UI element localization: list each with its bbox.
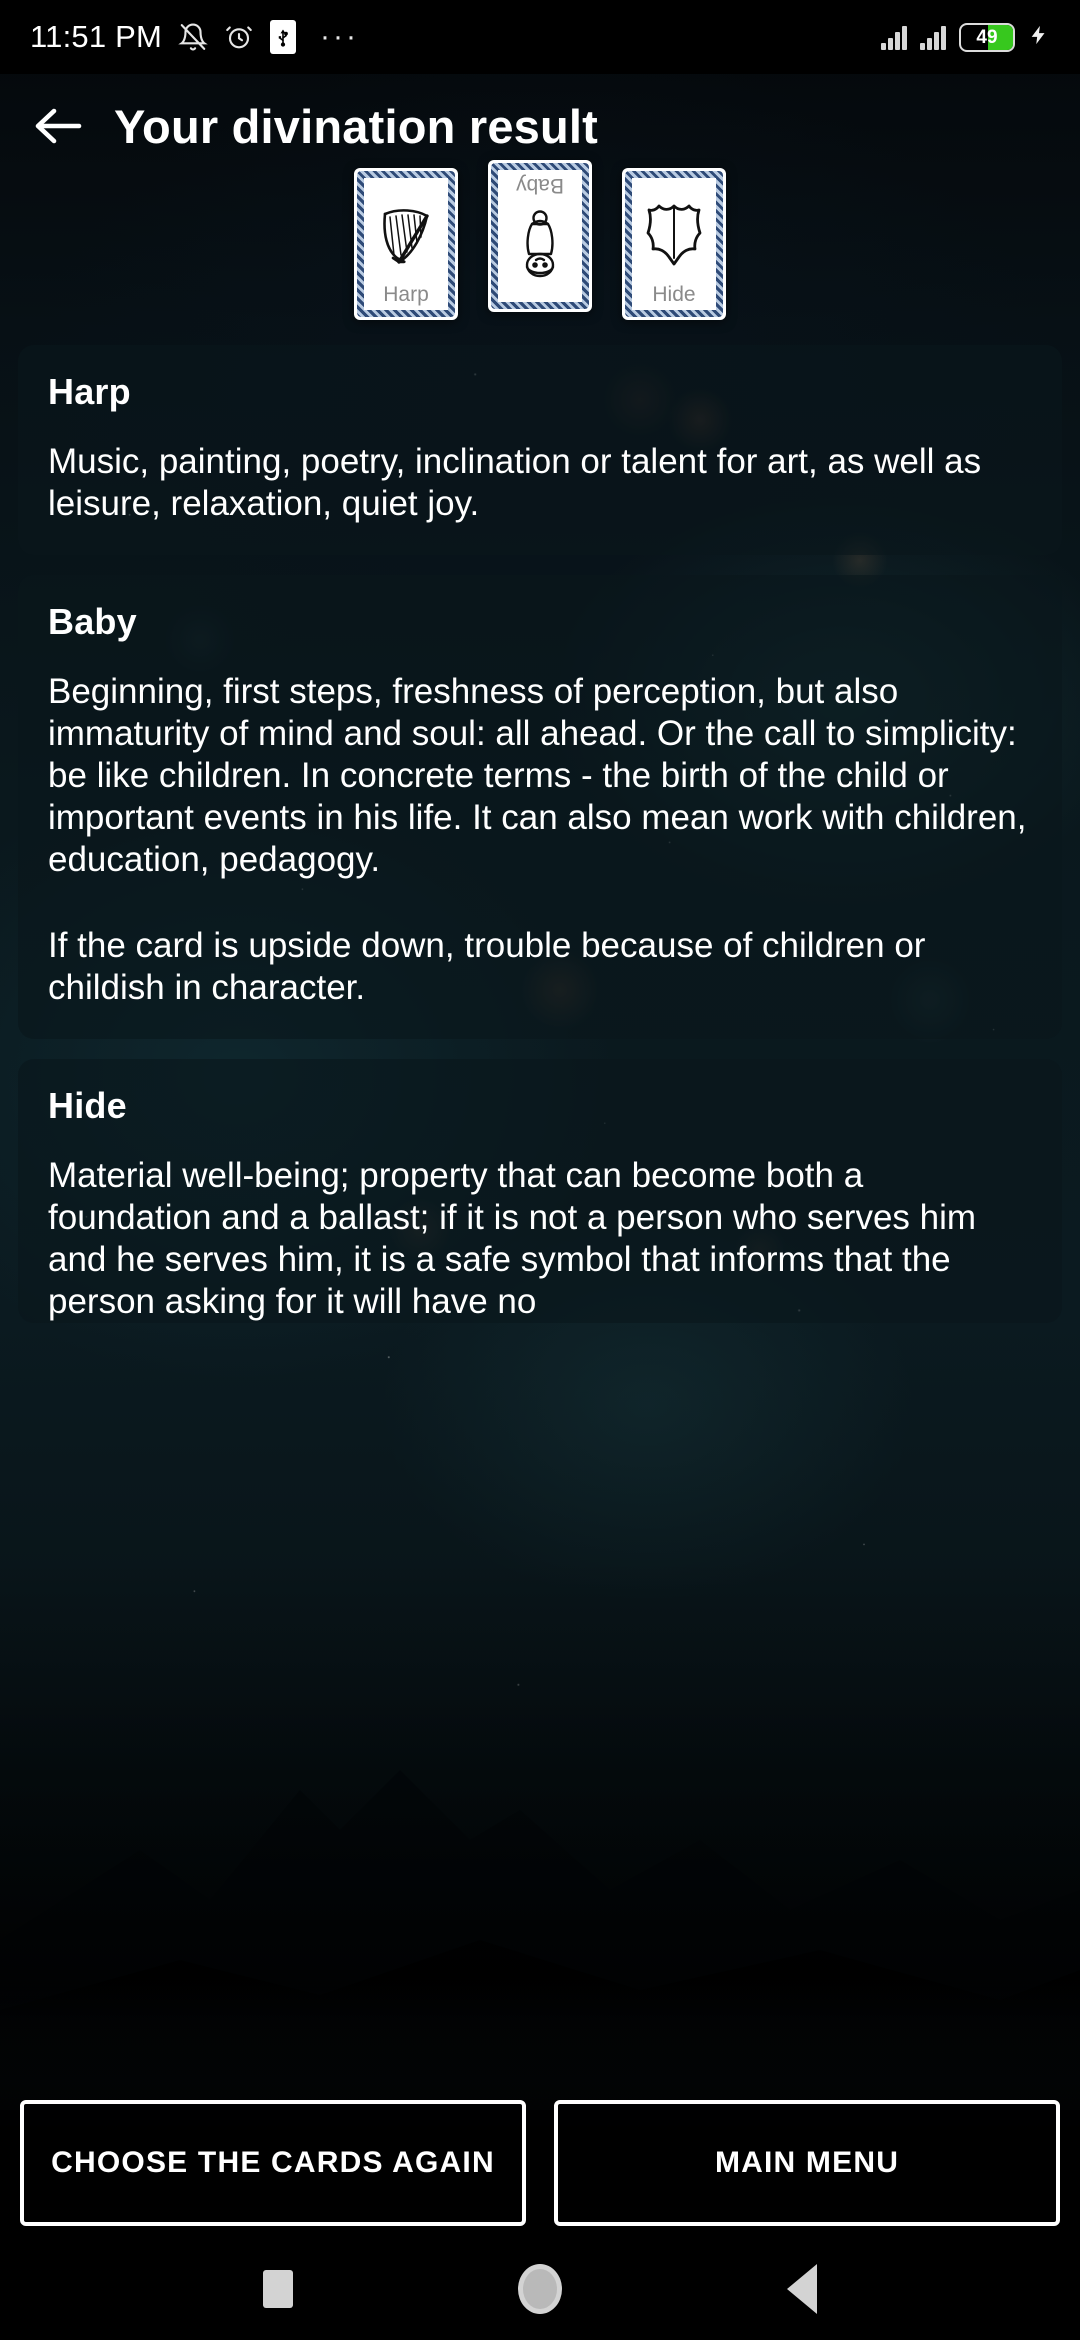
result-body-harp: Music, painting, poetry, inclination or …: [48, 441, 1032, 525]
status-bar-right: 49: [881, 18, 1050, 57]
page-title: Your divination result: [114, 99, 599, 153]
result-body-baby: Beginning, first steps, freshness of per…: [48, 671, 1032, 1009]
card-hide[interactable]: Hide: [622, 168, 726, 320]
card-harp[interactable]: Harp: [354, 168, 458, 320]
result-paragraph: Beginning, first steps, freshness of per…: [48, 672, 1027, 879]
signal-bars-sim1: [881, 24, 907, 50]
card-baby[interactable]: Baby: [488, 160, 592, 312]
result-paragraph: If the card is upside down, trouble beca…: [48, 926, 926, 1007]
result-panel-harp: Harp Music, painting, poetry, inclinatio…: [18, 345, 1062, 555]
choose-cards-again-button[interactable]: CHOOSE THE CARDS AGAIN: [20, 2100, 526, 2226]
arrow-left-icon: [35, 108, 82, 144]
main-menu-button[interactable]: MAIN MENU: [554, 2100, 1060, 2226]
home-icon[interactable]: [517, 2264, 562, 2314]
battery-percent: 49: [976, 26, 998, 48]
action-buttons-bar: CHOOSE THE CARDS AGAIN MAIN MENU: [0, 2088, 1080, 2238]
back-icon[interactable]: [787, 2264, 818, 2314]
result-panel-baby: Baby Beginning, first steps, freshness o…: [18, 575, 1062, 1039]
baby-icon: [501, 196, 579, 295]
overflow-dots-icon: ···: [320, 20, 359, 53]
app-screen: 11:51 PM ··· 49 Your divination result H…: [0, 0, 1080, 2340]
result-title-harp: Harp: [48, 371, 131, 412]
signal-bars-sim2: [920, 24, 946, 50]
card-harp-inner: Harp: [361, 175, 451, 313]
back-arrow-button[interactable]: [12, 80, 104, 172]
card-hide-inner: Hide: [629, 175, 719, 313]
card-harp-label: Harp: [383, 283, 429, 306]
status-bar: 11:51 PM ··· 49: [0, 0, 1080, 74]
recent-apps-icon[interactable]: [262, 2270, 293, 2308]
hide-icon: [635, 185, 713, 284]
charging-bolt-icon: [1028, 18, 1050, 57]
battery-indicator: 49: [959, 22, 1015, 52]
result-paragraph: Material well-being; property that can b…: [48, 1156, 977, 1321]
status-clock: 11:51 PM: [30, 19, 162, 54]
drawn-cards-row: Harp Baby Hide: [0, 160, 1080, 320]
alarm-clock-icon: [224, 22, 254, 52]
results-scroll-area[interactable]: Harp Music, painting, poetry, inclinatio…: [0, 345, 1080, 2340]
usb-icon: [270, 20, 296, 54]
status-bar-left: 11:51 PM ···: [30, 19, 359, 55]
result-title-baby: Baby: [48, 601, 137, 642]
card-hide-label: Hide: [652, 283, 696, 306]
result-title-hide: Hide: [48, 1085, 127, 1126]
result-panel-hide: Hide Material well-being; property that …: [18, 1059, 1062, 1323]
card-baby-inner: Baby: [495, 167, 585, 305]
result-body-hide: Material well-being; property that can b…: [48, 1155, 1032, 1323]
android-navigation-bar: [0, 2238, 1080, 2340]
mute-bell-icon: [178, 22, 208, 52]
harp-icon: [367, 185, 445, 284]
result-paragraph: Music, painting, poetry, inclination or …: [48, 442, 982, 523]
app-header: Your divination result: [0, 74, 1080, 178]
